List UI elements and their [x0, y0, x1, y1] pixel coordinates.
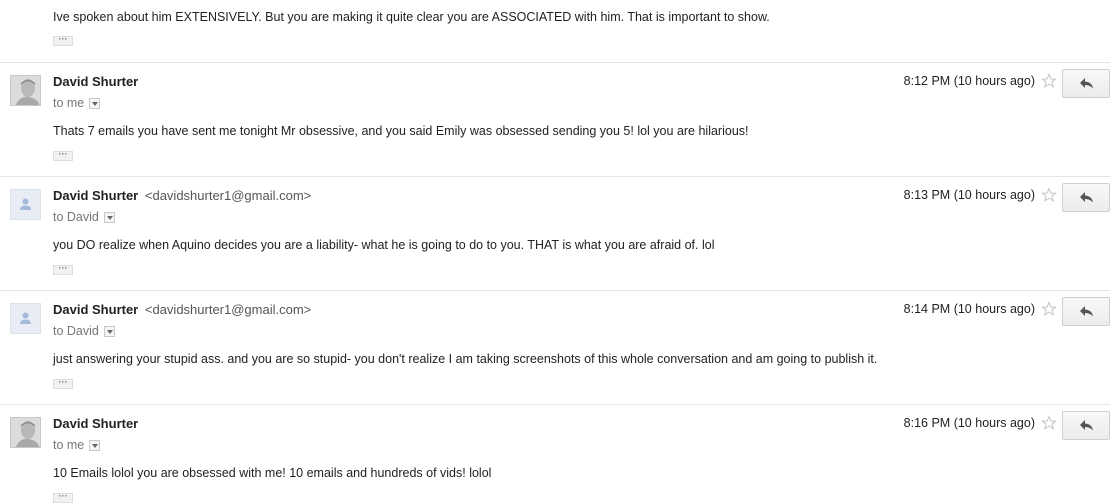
- message-timestamp: 8:16 PM (10 hours ago): [903, 416, 1035, 430]
- message-body: 10 Emails lolol you are obsessed with me…: [53, 466, 492, 480]
- recipient-line: to David: [53, 210, 115, 224]
- message-timestamp: 8:14 PM (10 hours ago): [903, 302, 1035, 316]
- recipient-line: to me: [53, 438, 101, 452]
- message: David Shurter to me 8:12 PM (10 hours ag…: [0, 63, 1110, 177]
- reply-button[interactable]: [1062, 183, 1110, 212]
- message-body: Ive spoken about him EXTENSIVELY. But yo…: [53, 10, 770, 24]
- star-outline-icon[interactable]: [1041, 73, 1057, 89]
- message-timestamp: 8:12 PM (10 hours ago): [903, 74, 1035, 88]
- message: David Shurter <davidshurter1@gmail.com> …: [0, 177, 1110, 291]
- show-trimmed-content-button[interactable]: ···: [53, 264, 73, 275]
- email-thread: Ive spoken about him EXTENSIVELY. But yo…: [0, 0, 1110, 503]
- message-timestamp: 8:13 PM (10 hours ago): [903, 188, 1035, 202]
- sender-email: <davidshurter1@gmail.com>: [144, 302, 312, 317]
- recipient-line: to me: [53, 96, 101, 110]
- message: David Shurter <davidshurter1@gmail.com> …: [0, 291, 1110, 405]
- photo-avatar-icon: [11, 76, 40, 105]
- show-trimmed-content-button[interactable]: ···: [53, 492, 73, 503]
- sender-email: <davidshurter1@gmail.com>: [144, 188, 312, 203]
- reply-arrow-icon: [1080, 306, 1093, 317]
- message-body: Thats 7 emails you have sent me tonight …: [53, 124, 749, 138]
- default-person-avatar-icon: [20, 312, 31, 324]
- star-outline-icon[interactable]: [1041, 301, 1057, 317]
- message-body: you DO realize when Aquino decides you a…: [53, 238, 715, 252]
- star-outline-icon[interactable]: [1041, 187, 1057, 203]
- chevron-down-icon[interactable]: [103, 325, 115, 337]
- recipient-text: to me: [53, 438, 85, 452]
- show-trimmed-content-button[interactable]: ···: [53, 378, 73, 389]
- sender-name[interactable]: David Shurter: [53, 74, 138, 89]
- star-outline-icon[interactable]: [1041, 415, 1057, 431]
- recipient-text: to David: [53, 210, 99, 224]
- sender-avatar-default[interactable]: [10, 303, 41, 334]
- sender-name[interactable]: David Shurter: [53, 416, 138, 431]
- photo-avatar-icon: [11, 418, 40, 447]
- sender: David Shurter <davidshurter1@gmail.com>: [53, 302, 311, 317]
- reply-arrow-icon: [1080, 78, 1093, 89]
- chevron-down-icon[interactable]: [89, 439, 101, 451]
- sender-avatar-photo[interactable]: [10, 417, 41, 448]
- show-trimmed-content-button[interactable]: ···: [53, 150, 73, 161]
- default-person-avatar-icon: [20, 198, 31, 210]
- sender-avatar-photo[interactable]: [10, 75, 41, 106]
- show-trimmed-content-button[interactable]: ···: [53, 35, 73, 46]
- sender-avatar-default[interactable]: [10, 189, 41, 220]
- reply-arrow-icon: [1080, 420, 1093, 431]
- sender: David Shurter: [53, 74, 138, 89]
- reply-arrow-icon: [1080, 192, 1093, 203]
- chevron-down-icon[interactable]: [103, 211, 115, 223]
- chevron-down-icon[interactable]: [89, 97, 101, 109]
- sender: David Shurter <davidshurter1@gmail.com>: [53, 188, 311, 203]
- sender: David Shurter: [53, 416, 138, 431]
- message: David Shurter to me 8:16 PM (10 hours ag…: [0, 405, 1110, 503]
- sender-name[interactable]: David Shurter: [53, 188, 138, 203]
- recipient-text: to me: [53, 96, 85, 110]
- recipient-text: to David: [53, 324, 99, 338]
- reply-button[interactable]: [1062, 297, 1110, 326]
- message-body: just answering your stupid ass. and you …: [53, 352, 878, 366]
- sender-name[interactable]: David Shurter: [53, 302, 138, 317]
- recipient-line: to David: [53, 324, 115, 338]
- message-partial: Ive spoken about him EXTENSIVELY. But yo…: [0, 0, 1110, 63]
- reply-button[interactable]: [1062, 411, 1110, 440]
- reply-button[interactable]: [1062, 69, 1110, 98]
